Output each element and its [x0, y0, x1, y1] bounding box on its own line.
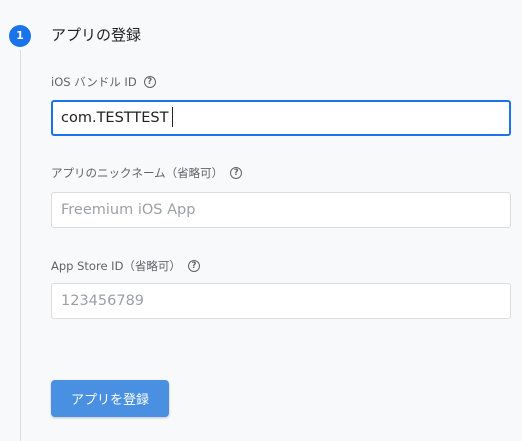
help-circle-icon[interactable]: ?: [143, 76, 156, 88]
help-circle-icon[interactable]: ?: [187, 260, 200, 272]
bundle-id-label-row: iOS バンドル ID ?: [51, 73, 156, 91]
nickname-label-row: アプリのニックネーム（省略可） ?: [51, 164, 243, 182]
bundle-id-input[interactable]: [51, 100, 511, 136]
app-store-id-label: App Store ID（省略可）: [51, 259, 181, 273]
app-store-id-label-row: App Store ID（省略可） ?: [51, 257, 200, 275]
text-caret: [172, 107, 173, 127]
step-title: アプリの登録: [51, 26, 142, 44]
app-store-id-input[interactable]: [51, 283, 511, 319]
step-connector-line: [20, 50, 21, 441]
nickname-input[interactable]: [51, 192, 511, 228]
nickname-label: アプリのニックネーム（省略可）: [51, 166, 224, 180]
register-app-button[interactable]: アプリを登録: [51, 380, 169, 417]
bundle-id-label: iOS バンドル ID: [51, 75, 137, 89]
step-number-badge: 1: [9, 25, 31, 47]
help-circle-icon[interactable]: ?: [230, 167, 243, 179]
